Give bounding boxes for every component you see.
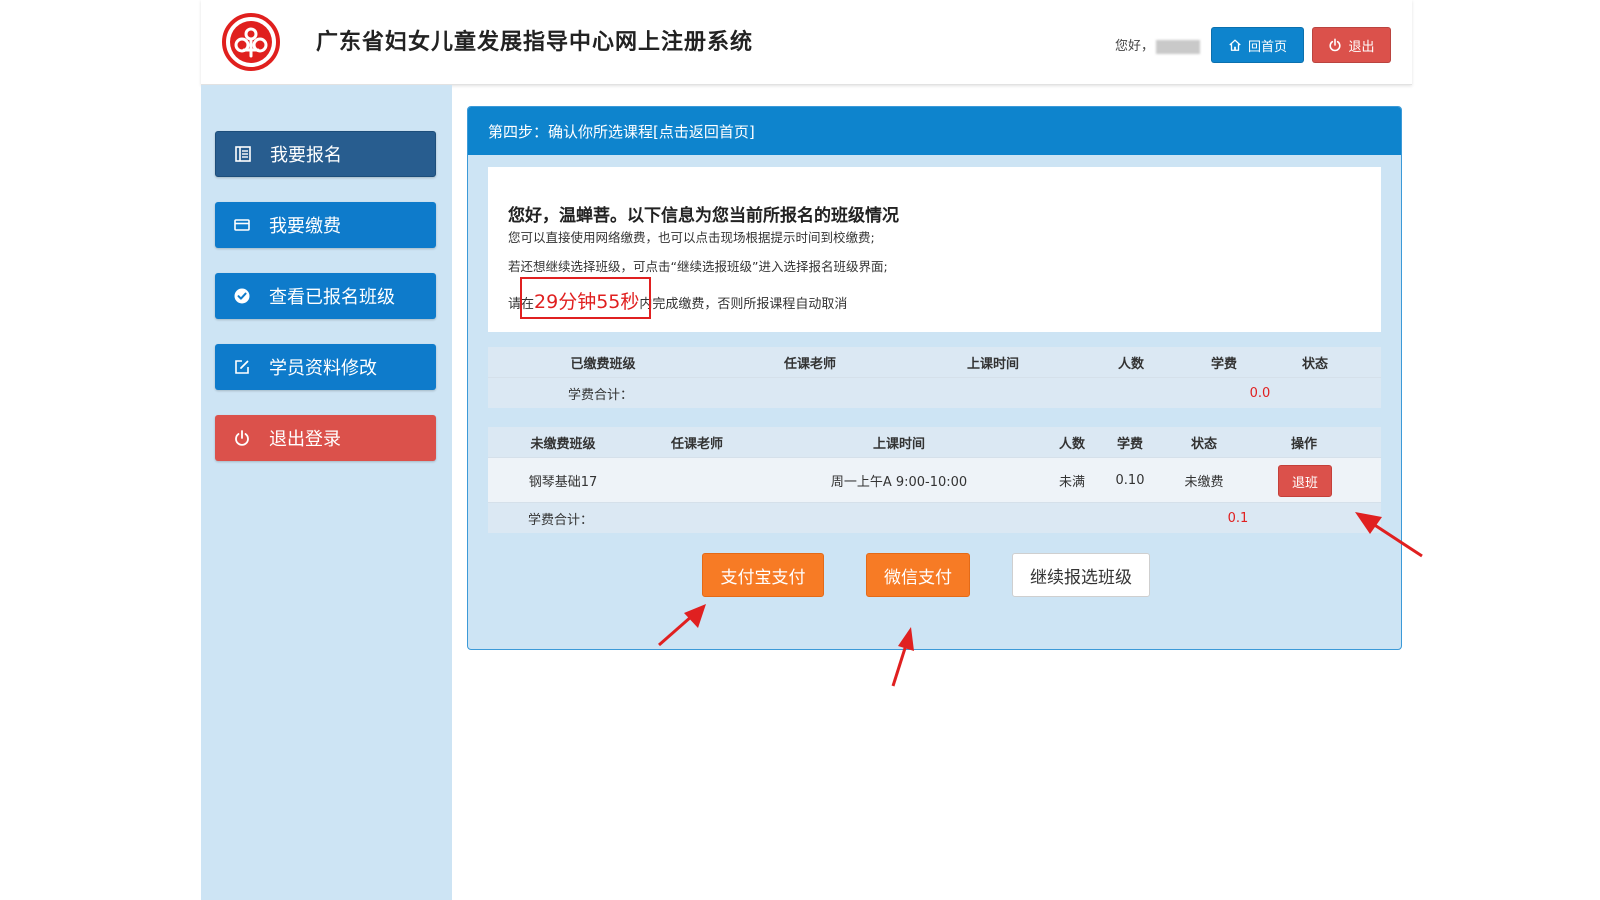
sidebar-item-register[interactable]: 我要报名 <box>215 131 436 177</box>
exit-button-label: 退出 <box>1348 39 1375 55</box>
logo-icon <box>221 12 281 72</box>
header-cell: 状态 <box>1190 436 1218 452</box>
class-time: 周一上午A 9:00-10:00 <box>830 474 968 490</box>
wechat-pay-button[interactable]: 微信支付 <box>866 553 970 597</box>
sidebar-item-label: 退出登录 <box>269 429 341 450</box>
table-sum-row: 学费合计： 0.0 <box>488 377 1381 408</box>
header-cell: 已缴费班级 <box>570 356 636 372</box>
sum-label: 学费合计： <box>568 387 634 403</box>
sidebar: 我要报名 我要缴费 查看已报名班级 学员资料修改 退出登录 <box>201 85 452 900</box>
sidebar-item-label: 我要报名 <box>270 145 342 166</box>
greeting-text: 您好， <box>1115 39 1155 54</box>
continue-select-button[interactable]: 继续报选班级 <box>1012 553 1150 597</box>
sidebar-item-edit-profile[interactable]: 学员资料修改 <box>215 344 436 390</box>
class-fee: 0.10 <box>1115 472 1145 488</box>
sidebar-item-label: 学员资料修改 <box>269 358 377 379</box>
sidebar-item-label: 查看已报名班级 <box>269 287 395 308</box>
home-icon <box>1229 39 1241 51</box>
info-line: 您可以直接使用网络缴费，也可以点击现场根据提示时间到校缴费; <box>508 230 875 245</box>
sidebar-item-label: 我要缴费 <box>269 216 341 237</box>
paid-classes-table: 已缴费班级 任课老师 上课时间 人数 学费 状态 学费合计： 0.0 <box>488 347 1381 408</box>
sum-value: 0.1 <box>1227 510 1249 526</box>
header-cell: 任课老师 <box>783 356 837 372</box>
header-cell: 未缴费班级 <box>530 436 596 452</box>
header-cell: 上课时间 <box>872 436 926 452</box>
info-box: 您好，温蝉菩。以下信息为您当前所报名的班级情况 您可以直接使用网络缴费，也可以点… <box>488 167 1381 332</box>
username-blurred <box>1156 39 1201 54</box>
class-status: 未缴费 <box>1184 474 1224 490</box>
sidebar-item-pay[interactable]: 我要缴费 <box>215 202 436 248</box>
check-circle-icon <box>233 287 251 305</box>
quit-class-button[interactable]: 退班 <box>1278 465 1332 497</box>
info-title: 您好，温蝉菩。以下信息为您当前所报名的班级情况 <box>508 206 899 226</box>
step-title[interactable]: 第四步：确认你所选课程[点击返回首页] <box>468 107 1401 155</box>
header-cell: 人数 <box>1117 356 1145 372</box>
header-cell: 操作 <box>1290 436 1318 452</box>
sidebar-item-logout[interactable]: 退出登录 <box>215 415 436 461</box>
header-cell: 人数 <box>1058 436 1086 452</box>
power-icon <box>233 429 251 447</box>
register-icon <box>234 145 252 163</box>
table-row: 钢琴基础17 周一上午A 9:00-10:00 未满 0.10 未缴费 退班 <box>488 457 1381 502</box>
class-name: 钢琴基础17 <box>528 474 598 490</box>
header-cell: 状态 <box>1301 356 1329 372</box>
edit-icon <box>233 358 251 376</box>
header-cell: 任课老师 <box>670 436 724 452</box>
header-cell: 学费 <box>1116 436 1144 452</box>
card-icon <box>233 216 251 234</box>
header-cell: 学费 <box>1210 356 1238 372</box>
home-button-label: 回首页 <box>1247 39 1287 55</box>
table-sum-row: 学费合计： 0.1 <box>488 502 1381 533</box>
site-title: 广东省妇女儿童发展指导中心网上注册系统 <box>316 30 754 55</box>
alipay-button[interactable]: 支付宝支付 <box>702 553 824 597</box>
exit-button[interactable]: 退出 <box>1312 27 1391 63</box>
greeting: 您好， <box>1115 35 1201 54</box>
header-cell: 上课时间 <box>966 356 1020 372</box>
header: 广东省妇女儿童发展指导中心网上注册系统 您好， 回首页 退出 <box>201 0 1412 85</box>
info-line: 若还想继续选择班级，可点击“继续选报班级”进入选择报名班级界面; <box>508 259 888 274</box>
countdown-suffix: 内完成缴费，否则所报课程自动取消 <box>639 297 848 312</box>
sum-label: 学费合计： <box>528 512 594 528</box>
highlight-box <box>520 277 651 319</box>
table-header: 已缴费班级 任课老师 上课时间 人数 学费 状态 <box>488 347 1381 377</box>
main-panel: 第四步：确认你所选课程[点击返回首页] 您好，温蝉菩。以下信息为您当前所报名的班… <box>467 106 1402 650</box>
unpaid-classes-table: 未缴费班级 任课老师 上课时间 人数 学费 状态 操作 钢琴基础17 周一上午A… <box>488 427 1381 533</box>
sum-value: 0.0 <box>1249 385 1271 401</box>
power-icon <box>1329 38 1342 52</box>
home-button[interactable]: 回首页 <box>1211 27 1304 63</box>
sidebar-item-view-classes[interactable]: 查看已报名班级 <box>215 273 436 319</box>
table-header: 未缴费班级 任课老师 上课时间 人数 学费 状态 操作 <box>488 427 1381 457</box>
class-count: 未满 <box>1058 474 1086 490</box>
